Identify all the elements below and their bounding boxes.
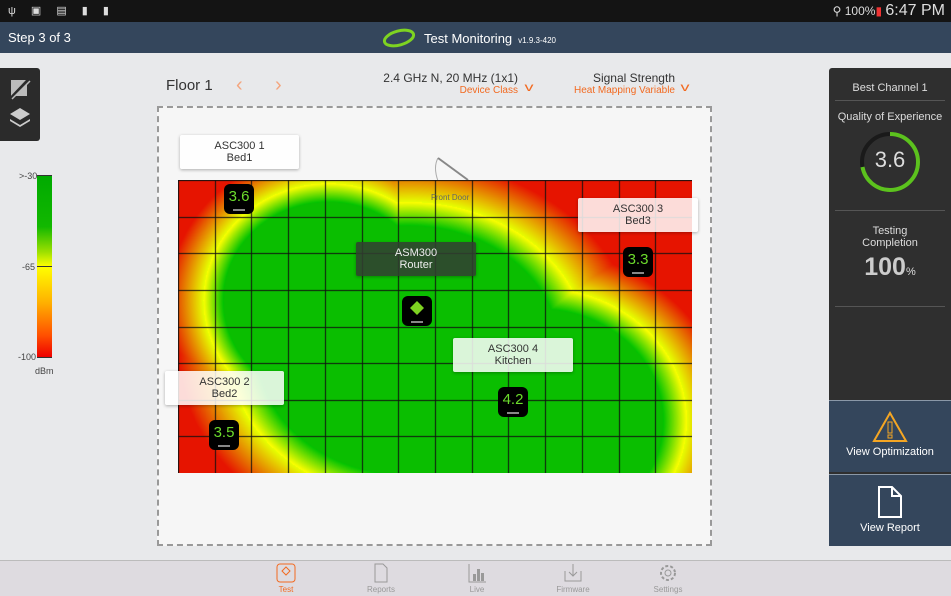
legend-unit: dBm	[35, 366, 54, 376]
router-marker[interactable]	[402, 296, 432, 326]
heat-variable-select[interactable]: Signal Strength Heat Mapping Variable	[574, 71, 675, 96]
device-name: ASC300 2	[199, 376, 250, 388]
device-label[interactable]: ASC300 4 Kitchen	[453, 338, 573, 372]
heat-variable-value: Signal Strength	[592, 71, 675, 85]
gear-icon	[660, 565, 676, 581]
warning-icon	[872, 410, 908, 442]
legend-mid-mark	[37, 266, 52, 267]
device-name: ASC300 1	[214, 140, 265, 152]
test-icon	[276, 563, 296, 583]
title-text: Test Monitoring	[424, 30, 513, 46]
completion-unit: %	[905, 266, 916, 278]
device-class-select[interactable]: 2.4 GHz N, 20 MHz (1x1) Device Class	[383, 71, 518, 96]
view-report-button[interactable]: View Report	[829, 474, 951, 546]
view-optimization-button[interactable]: View Optimization	[829, 400, 951, 472]
version-text: v1.9.3-420	[518, 35, 556, 45]
device-room: Router	[399, 259, 433, 271]
device-room: Bed3	[625, 215, 651, 227]
tab-reports[interactable]: Reports	[351, 563, 411, 594]
device-marker[interactable]: 3.5	[209, 420, 239, 450]
bar-chart-icon	[468, 564, 486, 583]
battery-level: 100%	[844, 4, 876, 18]
qoe-value: 3.6	[874, 147, 906, 172]
heat-variable-label: Heat Mapping Variable	[574, 85, 675, 96]
tab-label: Live	[469, 585, 485, 594]
next-floor-button[interactable]: ›	[275, 74, 282, 97]
legend-mid: -65	[22, 262, 36, 272]
device-marker[interactable]: 3.3	[623, 247, 653, 277]
logo-icon	[382, 28, 416, 48]
chevron-down-icon[interactable]: v	[681, 80, 690, 94]
tab-label: Settings	[653, 585, 683, 594]
front-door-icon	[435, 157, 469, 182]
document-icon	[374, 563, 388, 583]
device-name: ASC300 3	[612, 203, 664, 215]
tab-label: Firmware	[556, 585, 590, 594]
tab-live[interactable]: Live	[447, 563, 507, 594]
document-icon	[878, 486, 902, 518]
legend-top: >-30	[19, 171, 38, 181]
best-channel: Best Channel 1	[835, 68, 945, 101]
legend-bottom: -100	[18, 352, 37, 362]
hide-labels-icon[interactable]	[8, 78, 32, 100]
tab-test[interactable]: Test	[256, 563, 316, 594]
front-door-label: Front Door	[431, 193, 470, 202]
wifi-icon: ⚲	[832, 4, 842, 18]
qoe-label: Quality of Experience	[837, 111, 943, 123]
floor-label: Floor 1	[166, 77, 213, 94]
device-room: Bed1	[226, 152, 253, 164]
router-icon	[410, 301, 424, 315]
prev-floor-button[interactable]: ‹	[236, 74, 243, 97]
layers-icon[interactable]	[8, 106, 32, 130]
clock: 6:47 PM	[885, 2, 945, 19]
device-marker[interactable]: 3.6	[224, 184, 254, 214]
tab-label: Reports	[366, 585, 395, 594]
device-room: Kitchen	[494, 355, 532, 367]
device-name: ASM300	[394, 247, 438, 259]
tab-firmware[interactable]: Firmware	[543, 563, 603, 594]
app-header: Step 3 of 3 Test Monitoring v1.9.3-420	[0, 22, 951, 53]
router-label[interactable]: ASM300 Router	[356, 242, 476, 276]
battery-icon: ▮	[875, 4, 883, 18]
device-label[interactable]: ASC300 1 Bed1	[180, 135, 299, 169]
notification-icons: ψ ▣ ▤ ▮ ▮	[8, 5, 115, 17]
view-optimization-label: View Optimization	[846, 446, 934, 458]
download-icon	[564, 564, 582, 582]
completion-value: 100	[864, 253, 906, 281]
tab-label: Test	[278, 585, 294, 594]
device-class-label: Device Class	[459, 85, 518, 96]
status-bar: ψ ▣ ▤ ▮ ▮ ⚲ 100%▮ 6:47 PM	[0, 0, 951, 22]
bottom-tab-bar: Test Reports Live Firmware Settings	[0, 560, 951, 596]
device-label[interactable]: ASC300 2 Bed2	[165, 371, 284, 405]
device-marker[interactable]: 4.2	[498, 387, 528, 417]
status-right: ⚲ 100%▮ 6:47 PM	[833, 2, 945, 20]
completion-label: Completion	[862, 237, 918, 249]
map-tools	[0, 68, 40, 141]
view-report-label: View Report	[860, 522, 920, 534]
app-title: Test Monitoring v1.9.3-420	[380, 27, 556, 49]
tab-settings[interactable]: Settings	[638, 563, 698, 594]
step-indicator: Step 3 of 3	[8, 30, 71, 45]
device-class-value: 2.4 GHz N, 20 MHz (1x1)	[383, 71, 518, 85]
device-name: ASC300 4	[487, 343, 539, 355]
completion-label: Testing	[872, 225, 908, 237]
device-label[interactable]: ASC300 3 Bed3	[578, 198, 698, 232]
qoe-gauge: 3.6	[858, 130, 922, 194]
device-room: Bed2	[211, 388, 238, 400]
chevron-down-icon[interactable]: v	[525, 80, 534, 94]
